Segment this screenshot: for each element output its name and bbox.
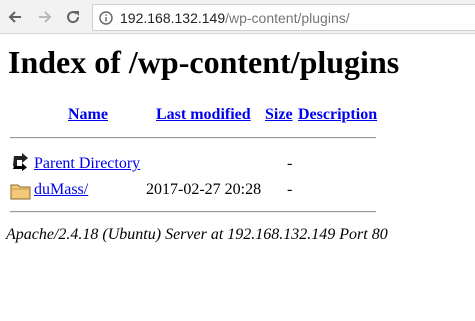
row-size: - (287, 155, 293, 172)
info-icon[interactable] (99, 10, 113, 25)
column-header-last-modified[interactable]: Last modified (156, 106, 251, 124)
back-button[interactable] (4, 6, 26, 28)
forward-arrow-icon (39, 11, 52, 23)
page-title: Index of /wp-content/plugins (8, 44, 400, 80)
parent-directory-link[interactable]: Parent Directory (34, 155, 140, 173)
url-text: 192.168.132.149/wp-content/plugins/ (120, 10, 350, 26)
url-path: /wp-content/plugins/ (225, 9, 350, 26)
table-bottom-divider (10, 211, 376, 213)
directory-link-dumass[interactable]: duMass/ (34, 181, 88, 199)
back-arrow-icon (8, 11, 21, 23)
column-header-size[interactable]: Size (265, 106, 293, 124)
table-top-divider (10, 137, 376, 139)
server-signature: Apache/2.4.18 (Ubuntu) Server at 192.168… (6, 226, 388, 243)
column-header-name[interactable]: Name (68, 106, 108, 124)
address-bar[interactable]: 192.168.132.149/wp-content/plugins/ (92, 4, 475, 31)
forward-button[interactable] (34, 6, 56, 28)
url-host: 192.168.132.149 (120, 9, 226, 26)
reload-button[interactable] (62, 6, 84, 28)
reload-icon (67, 11, 80, 24)
row-last-modified: 2017-02-27 20:28 (146, 181, 262, 198)
browser-toolbar: 192.168.132.149/wp-content/plugins/ (0, 0, 475, 34)
folder-icon (10, 184, 31, 200)
row-size: - (287, 181, 293, 198)
back-arrow-icon (13, 153, 28, 171)
column-header-description[interactable]: Description (298, 106, 377, 124)
